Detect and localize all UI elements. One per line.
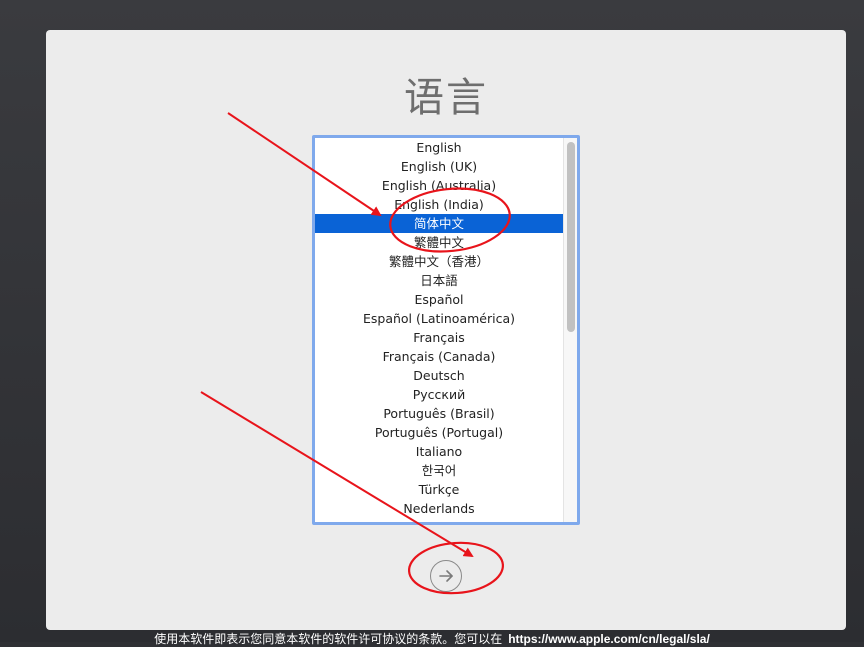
arrow-right-icon — [439, 570, 453, 582]
language-item[interactable]: Nederlands — [315, 499, 563, 518]
language-item[interactable]: 한국어 — [315, 461, 563, 480]
language-item[interactable]: Français — [315, 328, 563, 347]
language-item[interactable]: Français (Canada) — [315, 347, 563, 366]
language-items: English English (UK) English (Australia) En… — [315, 138, 563, 518]
scroll-thumb[interactable] — [567, 142, 575, 332]
setup-panel: 语言 English English (UK) English (Australia… — [46, 30, 846, 630]
scrollbar[interactable] — [563, 138, 577, 522]
language-item[interactable]: Italiano — [315, 442, 563, 461]
page-title: 语言 — [404, 75, 488, 121]
license-text: 使用本软件即表示您同意本软件的软件许可协议的条款。您可以在 — [154, 632, 503, 646]
language-item[interactable]: Español (Latinoamérica) — [315, 309, 563, 328]
language-item[interactable]: Español — [315, 290, 563, 309]
language-item[interactable]: English (Australia) — [315, 176, 563, 195]
next-button[interactable] — [430, 560, 462, 592]
language-item[interactable]: Русский — [315, 385, 563, 404]
language-item[interactable]: English (UK) — [315, 157, 563, 176]
language-item-selected[interactable]: 简体中文 — [315, 214, 563, 233]
license-footer: 使用本软件即表示您同意本软件的软件许可协议的条款。您可以在 https://www… — [0, 630, 864, 647]
language-list[interactable]: English English (UK) English (Australia) En… — [312, 135, 580, 525]
language-item[interactable]: Deutsch — [315, 366, 563, 385]
language-item[interactable]: English — [315, 138, 563, 157]
language-item[interactable]: 日本語 — [315, 271, 563, 290]
language-item[interactable]: 繁體中文 — [315, 233, 563, 252]
language-item[interactable]: Türkçe — [315, 480, 563, 499]
license-link[interactable]: https://www.apple.com/cn/legal/sla/ — [508, 632, 710, 646]
language-item[interactable]: Português (Brasil) — [315, 404, 563, 423]
language-item[interactable]: Português (Portugal) — [315, 423, 563, 442]
language-item[interactable]: English (India) — [315, 195, 563, 214]
language-item[interactable]: 繁體中文（香港） — [315, 252, 563, 271]
